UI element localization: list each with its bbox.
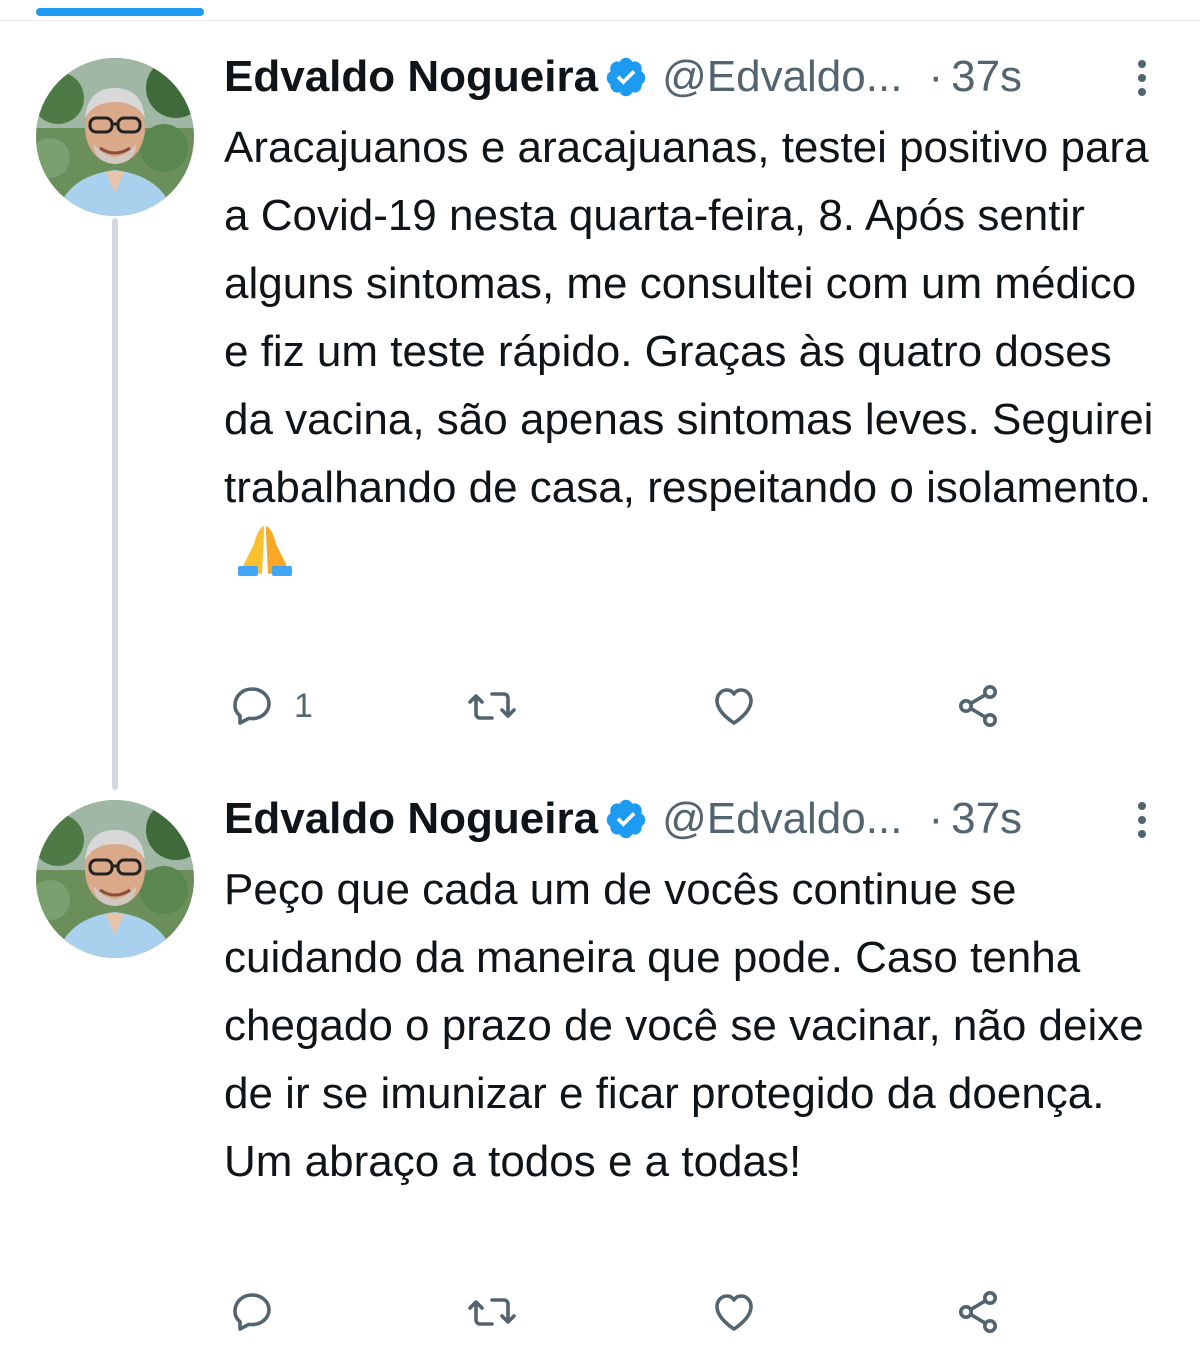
- retweet-button[interactable]: [466, 676, 518, 736]
- tweet-header: Edvaldo Nogueira @Edvaldo... · 37s: [224, 48, 1164, 106]
- timestamp[interactable]: 37s: [951, 48, 1022, 106]
- avatar[interactable]: [36, 800, 194, 958]
- like-button[interactable]: [710, 1282, 758, 1342]
- reply-button[interactable]: [228, 1282, 294, 1342]
- share-icon: [959, 685, 997, 727]
- tweet-header: Edvaldo Nogueira @Edvaldo... · 37s: [224, 790, 1164, 848]
- like-button[interactable]: [710, 676, 758, 736]
- retweet-icon: [468, 1298, 516, 1326]
- tweet-text-content: Peço que cada um de vocês continue se cu…: [224, 865, 1144, 1186]
- display-name[interactable]: Edvaldo Nogueira: [224, 790, 598, 848]
- separator: ·: [928, 794, 944, 843]
- reply-button[interactable]: 1: [228, 676, 313, 736]
- share-icon: [959, 1291, 997, 1333]
- reply-icon: [233, 687, 271, 725]
- tweet-text: Peço que cada um de vocês continue se cu…: [224, 856, 1154, 1196]
- verified-badge-icon: [604, 797, 648, 841]
- tweet-actions: 1: [224, 676, 1164, 736]
- display-name[interactable]: Edvaldo Nogueira: [224, 48, 598, 106]
- thread-connector-line: [112, 218, 118, 790]
- more-options-icon[interactable]: [1132, 56, 1152, 100]
- divider: [0, 20, 1200, 21]
- timestamp[interactable]: 37s: [951, 790, 1022, 848]
- tweet-text-content: Aracajuanos e aracajuanas, testei positi…: [224, 123, 1154, 512]
- avatar[interactable]: [36, 58, 194, 216]
- share-button[interactable]: [954, 1282, 1002, 1342]
- handle[interactable]: @Edvaldo...: [662, 48, 902, 106]
- folded-hands-emoji: [234, 522, 296, 578]
- retweet-icon: [468, 692, 516, 720]
- share-button[interactable]: [954, 676, 1002, 736]
- reply-icon: [233, 1293, 271, 1331]
- separator: ·: [928, 52, 944, 101]
- handle[interactable]: @Edvaldo...: [662, 790, 902, 848]
- verified-badge-icon: [604, 55, 648, 99]
- retweet-button[interactable]: [466, 1282, 518, 1342]
- tweet-actions: [224, 1282, 1164, 1342]
- heart-icon: [715, 688, 753, 725]
- reply-count: 1: [294, 686, 313, 725]
- tab-indicator: [36, 8, 204, 16]
- tweet-text: Aracajuanos e aracajuanas, testei positi…: [224, 114, 1154, 590]
- heart-icon: [715, 1294, 753, 1331]
- more-options-icon[interactable]: [1132, 798, 1152, 842]
